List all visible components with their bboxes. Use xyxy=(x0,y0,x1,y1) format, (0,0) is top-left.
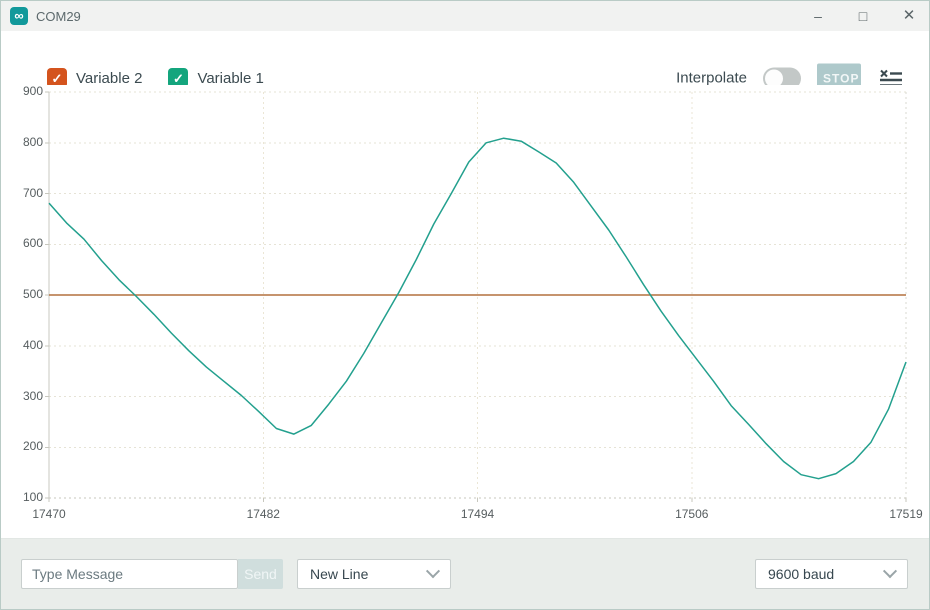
line-ending-select[interactable]: New Line xyxy=(297,559,451,589)
y-axis-tick-label: 800 xyxy=(1,135,43,150)
baud-rate-value: 9600 baud xyxy=(768,566,834,582)
y-axis-tick-label: 100 xyxy=(1,490,43,505)
arduino-logo-icon: ∞ xyxy=(10,7,28,25)
checkmark-icon: ✓ xyxy=(173,72,184,85)
x-axis-tick-label: 17470 xyxy=(19,507,79,521)
minimize-button[interactable]: – xyxy=(803,1,833,31)
bottom-bar: Send New Line 9600 baud xyxy=(1,538,929,609)
x-axis-tick-label: 17506 xyxy=(662,507,722,521)
window-title: COM29 xyxy=(36,9,81,24)
maximize-button[interactable]: □ xyxy=(848,1,878,31)
message-input[interactable] xyxy=(21,559,238,589)
legend-label: Variable 1 xyxy=(197,70,263,87)
legend-label: Variable 2 xyxy=(76,70,142,87)
x-axis-tick-label: 17494 xyxy=(448,507,508,521)
y-axis-tick-label: 900 xyxy=(1,84,43,99)
baud-rate-select[interactable]: 9600 baud xyxy=(755,559,908,589)
y-axis-tick-label: 400 xyxy=(1,338,43,353)
chart-area: 100 200 300 400 500 600 700 800 900 17470 17482 17… xyxy=(1,85,929,538)
chevron-down-icon xyxy=(883,564,897,578)
plot-canvas xyxy=(49,92,906,498)
interpolate-label: Interpolate xyxy=(676,70,747,87)
chevron-down-icon xyxy=(426,564,440,578)
y-axis-tick-label: 700 xyxy=(1,186,43,201)
send-button[interactable]: Send xyxy=(238,559,283,589)
y-axis-tick-label: 600 xyxy=(1,236,43,251)
line-ending-value: New Line xyxy=(310,566,368,582)
title-bar: ∞ COM29 – □ ✕ xyxy=(1,1,929,31)
serial-plotter-window: ∞ COM29 – □ ✕ ✓ Variable 2 ✓ Variable 1 … xyxy=(0,0,930,610)
checkmark-icon: ✓ xyxy=(52,72,63,85)
y-axis-tick-label: 200 xyxy=(1,439,43,454)
plotter-toolbar: ✓ Variable 2 ✓ Variable 1 Interpolate ST… xyxy=(1,31,929,85)
y-axis-tick-label: 300 xyxy=(1,389,43,404)
x-axis-tick-label: 17519 xyxy=(876,507,930,521)
x-axis-tick-label: 17482 xyxy=(233,507,293,521)
y-axis-tick-label: 500 xyxy=(1,287,43,302)
close-button[interactable]: ✕ xyxy=(894,1,924,31)
